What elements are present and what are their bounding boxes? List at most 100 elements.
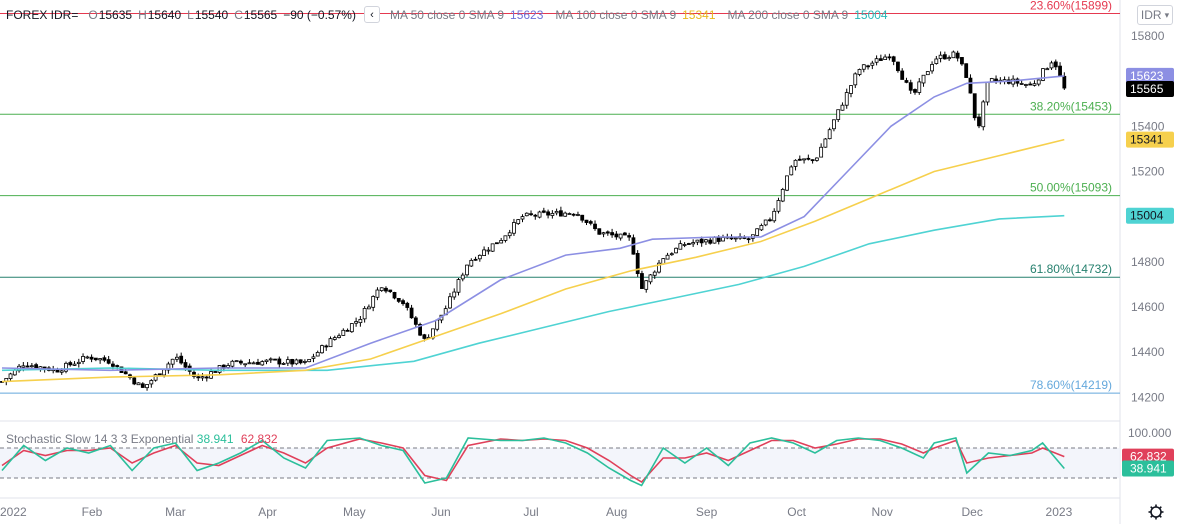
candle: [413, 317, 418, 325]
candle: [627, 235, 632, 238]
candle: [354, 321, 359, 324]
candle: [533, 214, 538, 217]
candle: [396, 297, 401, 302]
candle: [900, 70, 905, 80]
candle: [435, 319, 440, 330]
candle: [1024, 84, 1028, 86]
candle: [247, 362, 252, 365]
fib-level-label: 38.20%(15453): [1030, 99, 1112, 113]
candle: [362, 308, 367, 320]
candle: [593, 223, 597, 230]
candle: [763, 219, 768, 226]
candle: [264, 359, 269, 362]
candle: [106, 359, 111, 364]
candle: [183, 362, 188, 368]
candle: [29, 365, 34, 368]
candle: [204, 376, 209, 379]
candle: [708, 239, 713, 244]
candle: [930, 64, 934, 72]
candle: [243, 363, 248, 366]
candle: [281, 363, 286, 365]
candle: [448, 296, 452, 309]
time-tick-label: 2022: [0, 505, 27, 519]
ma50-line: [1, 75, 1065, 372]
candle: [175, 356, 179, 360]
candle: [55, 369, 60, 373]
candle: [793, 159, 798, 167]
candle: [81, 355, 85, 362]
ma200-label[interactable]: MA 200 close 0 SMA 9: [728, 8, 849, 22]
candle: [721, 237, 725, 242]
candle: [597, 228, 602, 235]
candle: [303, 361, 307, 363]
candle: [136, 382, 141, 386]
candle: [870, 62, 875, 66]
candle: [268, 358, 273, 361]
candle: [908, 82, 913, 91]
ma200-value: 15004: [854, 7, 888, 22]
ma50-label[interactable]: MA 50 close 0 SMA 9: [390, 8, 504, 22]
candle: [674, 247, 678, 254]
candle: [337, 335, 341, 338]
candle: [409, 307, 414, 319]
candle: [1028, 83, 1033, 86]
stoch-d-value: 62.832: [240, 432, 278, 446]
candle: [482, 249, 486, 256]
candle: [494, 242, 499, 245]
stochastic-legend: Stochastic Slow 14 3 3 Exponential 38.94…: [6, 432, 278, 446]
candle: [840, 104, 845, 111]
candle: [712, 236, 717, 244]
close-label: C: [234, 7, 243, 22]
candle: [21, 365, 26, 368]
time-tick-label: Oct: [787, 505, 806, 519]
candle: [977, 116, 981, 127]
fib-level-label: 78.60%(14219): [1030, 378, 1112, 392]
candle: [285, 359, 290, 364]
candle: [1049, 62, 1054, 69]
ma100-label[interactable]: MA 100 close 0 SMA 9: [555, 8, 676, 22]
gear-icon-tooth: [1158, 514, 1162, 518]
time-tick-label: 2023: [1046, 505, 1073, 519]
candle: [541, 210, 546, 213]
candle: [896, 61, 900, 72]
low-value: 15540: [194, 7, 229, 22]
symbol-name[interactable]: FOREX IDR=: [6, 8, 78, 22]
candle: [913, 89, 917, 93]
ma50-value: 15623: [510, 7, 544, 22]
currency-button[interactable]: IDR ▾: [1137, 5, 1173, 25]
time-tick-label: May: [343, 505, 366, 519]
candle: [456, 279, 461, 293]
candle: [307, 358, 312, 363]
candle: [695, 239, 700, 243]
time-tick-label: Apr: [258, 505, 277, 519]
time-tick-label: Nov: [872, 505, 893, 519]
candle: [806, 157, 811, 160]
candle: [384, 287, 388, 292]
candle: [465, 264, 469, 276]
candle: [972, 93, 977, 119]
candle: [652, 271, 657, 276]
candle: [558, 210, 563, 217]
chevron-left-icon[interactable]: ‹: [363, 6, 380, 23]
candle: [682, 244, 687, 246]
candle: [1036, 79, 1041, 85]
candle: [576, 214, 580, 216]
candle: [618, 233, 623, 239]
price-tick-label: 14400: [1131, 345, 1165, 359]
candle: [981, 101, 986, 128]
candle: [947, 57, 952, 60]
candle: [367, 306, 371, 310]
candle: [315, 351, 320, 357]
candle: [1032, 83, 1037, 86]
candle: [217, 365, 222, 373]
candle: [925, 71, 930, 76]
candle: [102, 357, 107, 361]
high-value: 15640: [147, 7, 182, 22]
candle: [379, 287, 384, 291]
candle: [98, 358, 103, 361]
stochastic-label[interactable]: Stochastic Slow 14 3 3 Exponential: [6, 432, 193, 446]
chart-legend: FOREX IDR= O 15635 H 15640 L 15540 C 15565 −…: [6, 6, 888, 23]
candle: [550, 213, 555, 216]
candle: [524, 212, 529, 217]
candle: [170, 358, 175, 365]
